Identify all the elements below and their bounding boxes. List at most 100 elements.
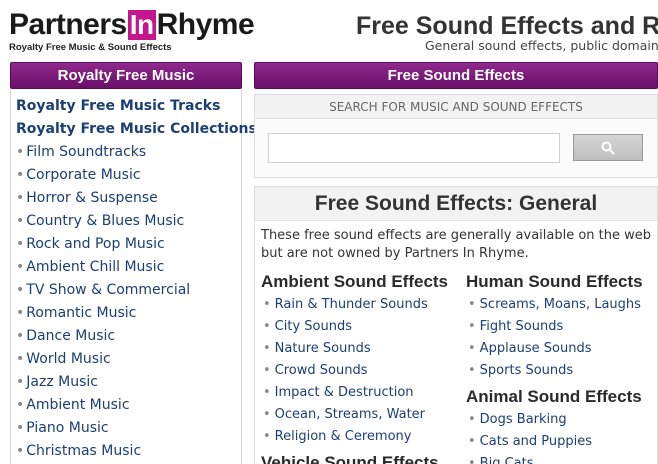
list-item[interactable]: • Religion & Ceremony: [261, 426, 461, 448]
logo-word-in: In: [127, 9, 156, 40]
sidebar-link-corporate-music[interactable]: • Corporate Music: [11, 164, 241, 187]
sidebar-link-label: Christmas Music: [26, 443, 142, 459]
sidebar-link-label: Romantic Music: [26, 305, 137, 321]
bullet-icon: •: [16, 282, 25, 298]
sidebar-link-romantic[interactable]: • Romantic Music: [11, 302, 241, 325]
sidebar-link-horror-suspense[interactable]: • Horror & Suspense: [11, 187, 241, 210]
item-label: Sports Sounds: [479, 363, 574, 378]
bullet-icon: •: [468, 297, 476, 312]
site-logo[interactable]: Partners In Rhyme Royalty Free Music & Sou…: [9, 8, 255, 54]
list-item[interactable]: • Cats and Puppies: [466, 431, 656, 453]
search-icon: [601, 141, 615, 155]
sidebar-link-music-tracks[interactable]: Royalty Free Music Tracks: [11, 95, 241, 118]
bullet-icon: •: [263, 319, 271, 334]
item-label: Fight Sounds: [479, 319, 564, 334]
sidebar-link-christmas[interactable]: • Christmas Music: [11, 440, 241, 463]
sidebar-nav: Royalty Free Music Tracks Royalty Free M…: [10, 90, 257, 464]
bullet-icon: •: [263, 297, 271, 312]
ambient-heading: Ambient Sound Effects: [261, 272, 449, 291]
logo-wordmark: Partners In Rhyme: [9, 8, 255, 41]
sidebar-link-piano[interactable]: • Piano Music: [11, 417, 241, 440]
bullet-icon: •: [16, 443, 25, 459]
sidebar-link-film-soundtracks[interactable]: • Film Soundtracks: [11, 141, 241, 164]
sidebar-link-label: Piano Music: [26, 420, 109, 436]
sidebar-link-label: Corporate Music: [26, 167, 141, 183]
sidebar-link-dance[interactable]: • Dance Music: [11, 325, 241, 348]
sidebar-link-label: TV Show & Commercial: [26, 282, 191, 298]
item-label: Impact & Destruction: [274, 385, 414, 400]
search-button[interactable]: [573, 134, 643, 161]
sidebar-link-label: World Music: [26, 351, 111, 367]
search-input[interactable]: [268, 133, 560, 163]
vehicle-heading: Vehicle Sound Effects: [261, 453, 439, 464]
ambient-column: Ambient Sound Effects • Rain & Thunder So…: [261, 271, 461, 464]
list-item[interactable]: • Dogs Barking: [466, 409, 656, 431]
bullet-icon: •: [263, 407, 271, 422]
bullet-icon: •: [16, 190, 25, 206]
human-animal-column: Human Sound Effects • Screams, Moans, Lau…: [466, 271, 656, 464]
sidebar-link-label: Rock and Pop Music: [26, 236, 165, 252]
list-item[interactable]: • Ocean, Streams, Water: [261, 404, 461, 426]
item-label: Religion & Ceremony: [274, 429, 412, 444]
logo-word-rhyme: Rhyme: [156, 8, 255, 41]
sidebar-link-country-blues[interactable]: • Country & Blues Music: [11, 210, 241, 233]
sidebar-link-label: Ambient Chill Music: [26, 259, 165, 275]
bullet-icon: •: [468, 319, 476, 334]
sidebar-link-ambient-chill[interactable]: • Ambient Chill Music: [11, 256, 241, 279]
item-label: Cats and Puppies: [479, 434, 593, 449]
sidebar-link-jazz[interactable]: • Jazz Music: [11, 371, 241, 394]
bullet-icon: •: [16, 351, 25, 367]
bullet-icon: •: [16, 328, 25, 344]
item-label: City Sounds: [274, 319, 352, 334]
animal-heading: Animal Sound Effects: [466, 387, 642, 406]
sidebar-title-bar[interactable]: Royalty Free Music: [10, 62, 242, 89]
sidebar-link-music-collections[interactable]: Royalty Free Music Collections: [11, 118, 257, 141]
sidebar-link-tv-commercial[interactable]: • TV Show & Commercial: [11, 279, 241, 302]
list-item[interactable]: • Nature Sounds: [261, 338, 461, 360]
bullet-icon: •: [16, 259, 25, 275]
item-label: Applause Sounds: [479, 341, 592, 356]
sidebar-link-ambient[interactable]: • Ambient Music: [11, 394, 241, 417]
page-title: Free Sound Effects and R: [356, 12, 658, 40]
item-label: Rain & Thunder Sounds: [274, 297, 428, 312]
logo-tagline: Royalty Free Music & Sound Effects: [9, 42, 172, 53]
item-label: Dogs Barking: [479, 412, 567, 427]
sidebar-link-label: Jazz Music: [26, 374, 98, 390]
bullet-icon: •: [263, 429, 271, 444]
list-item[interactable]: • Applause Sounds: [466, 338, 656, 360]
bullet-icon: •: [16, 374, 25, 390]
bullet-icon: •: [16, 167, 25, 183]
list-item[interactable]: • Impact & Destruction: [261, 382, 461, 404]
bullet-icon: •: [468, 363, 476, 378]
sidebar-link-label: Horror & Suspense: [26, 190, 158, 206]
bullet-icon: •: [263, 385, 271, 400]
main-title-bar[interactable]: Free Sound Effects: [254, 62, 658, 89]
sidebar-link-label: Film Soundtracks: [26, 144, 147, 160]
item-label: Screams, Moans, Laughs: [479, 297, 641, 312]
bullet-icon: •: [16, 213, 25, 229]
sidebar-link-rock-pop[interactable]: • Rock and Pop Music: [11, 233, 241, 256]
sidebar-link-label: Ambient Music: [26, 397, 130, 413]
list-item[interactable]: • Sports Sounds: [466, 360, 656, 382]
list-item[interactable]: • Crowd Sounds: [261, 360, 461, 382]
list-item[interactable]: • Screams, Moans, Laughs: [466, 294, 656, 316]
content-title: Free Sound Effects: General: [255, 187, 657, 221]
human-heading: Human Sound Effects: [466, 272, 643, 291]
list-item[interactable]: • Big Cats: [466, 453, 656, 464]
content-intro: These free sound effects are generally a…: [261, 228, 652, 261]
sidebar-link-label: Country & Blues Music: [26, 213, 185, 229]
bullet-icon: •: [16, 144, 25, 160]
bullet-icon: •: [468, 434, 476, 449]
search-panel: SEARCH FOR MUSIC AND SOUND EFFECTS: [254, 94, 658, 178]
logo-word-partners: Partners: [9, 8, 127, 41]
list-item[interactable]: • City Sounds: [261, 316, 461, 338]
sidebar-link-world[interactable]: • World Music: [11, 348, 241, 371]
item-label: Nature Sounds: [274, 341, 371, 356]
list-item[interactable]: • Fight Sounds: [466, 316, 656, 338]
list-item[interactable]: • Rain & Thunder Sounds: [261, 294, 461, 316]
page-subtitle: General sound effects, public domain so: [425, 38, 658, 53]
bullet-icon: •: [16, 420, 25, 436]
search-header: SEARCH FOR MUSIC AND SOUND EFFECTS: [255, 95, 657, 119]
bullet-icon: •: [263, 341, 271, 356]
bullet-icon: •: [468, 412, 476, 427]
